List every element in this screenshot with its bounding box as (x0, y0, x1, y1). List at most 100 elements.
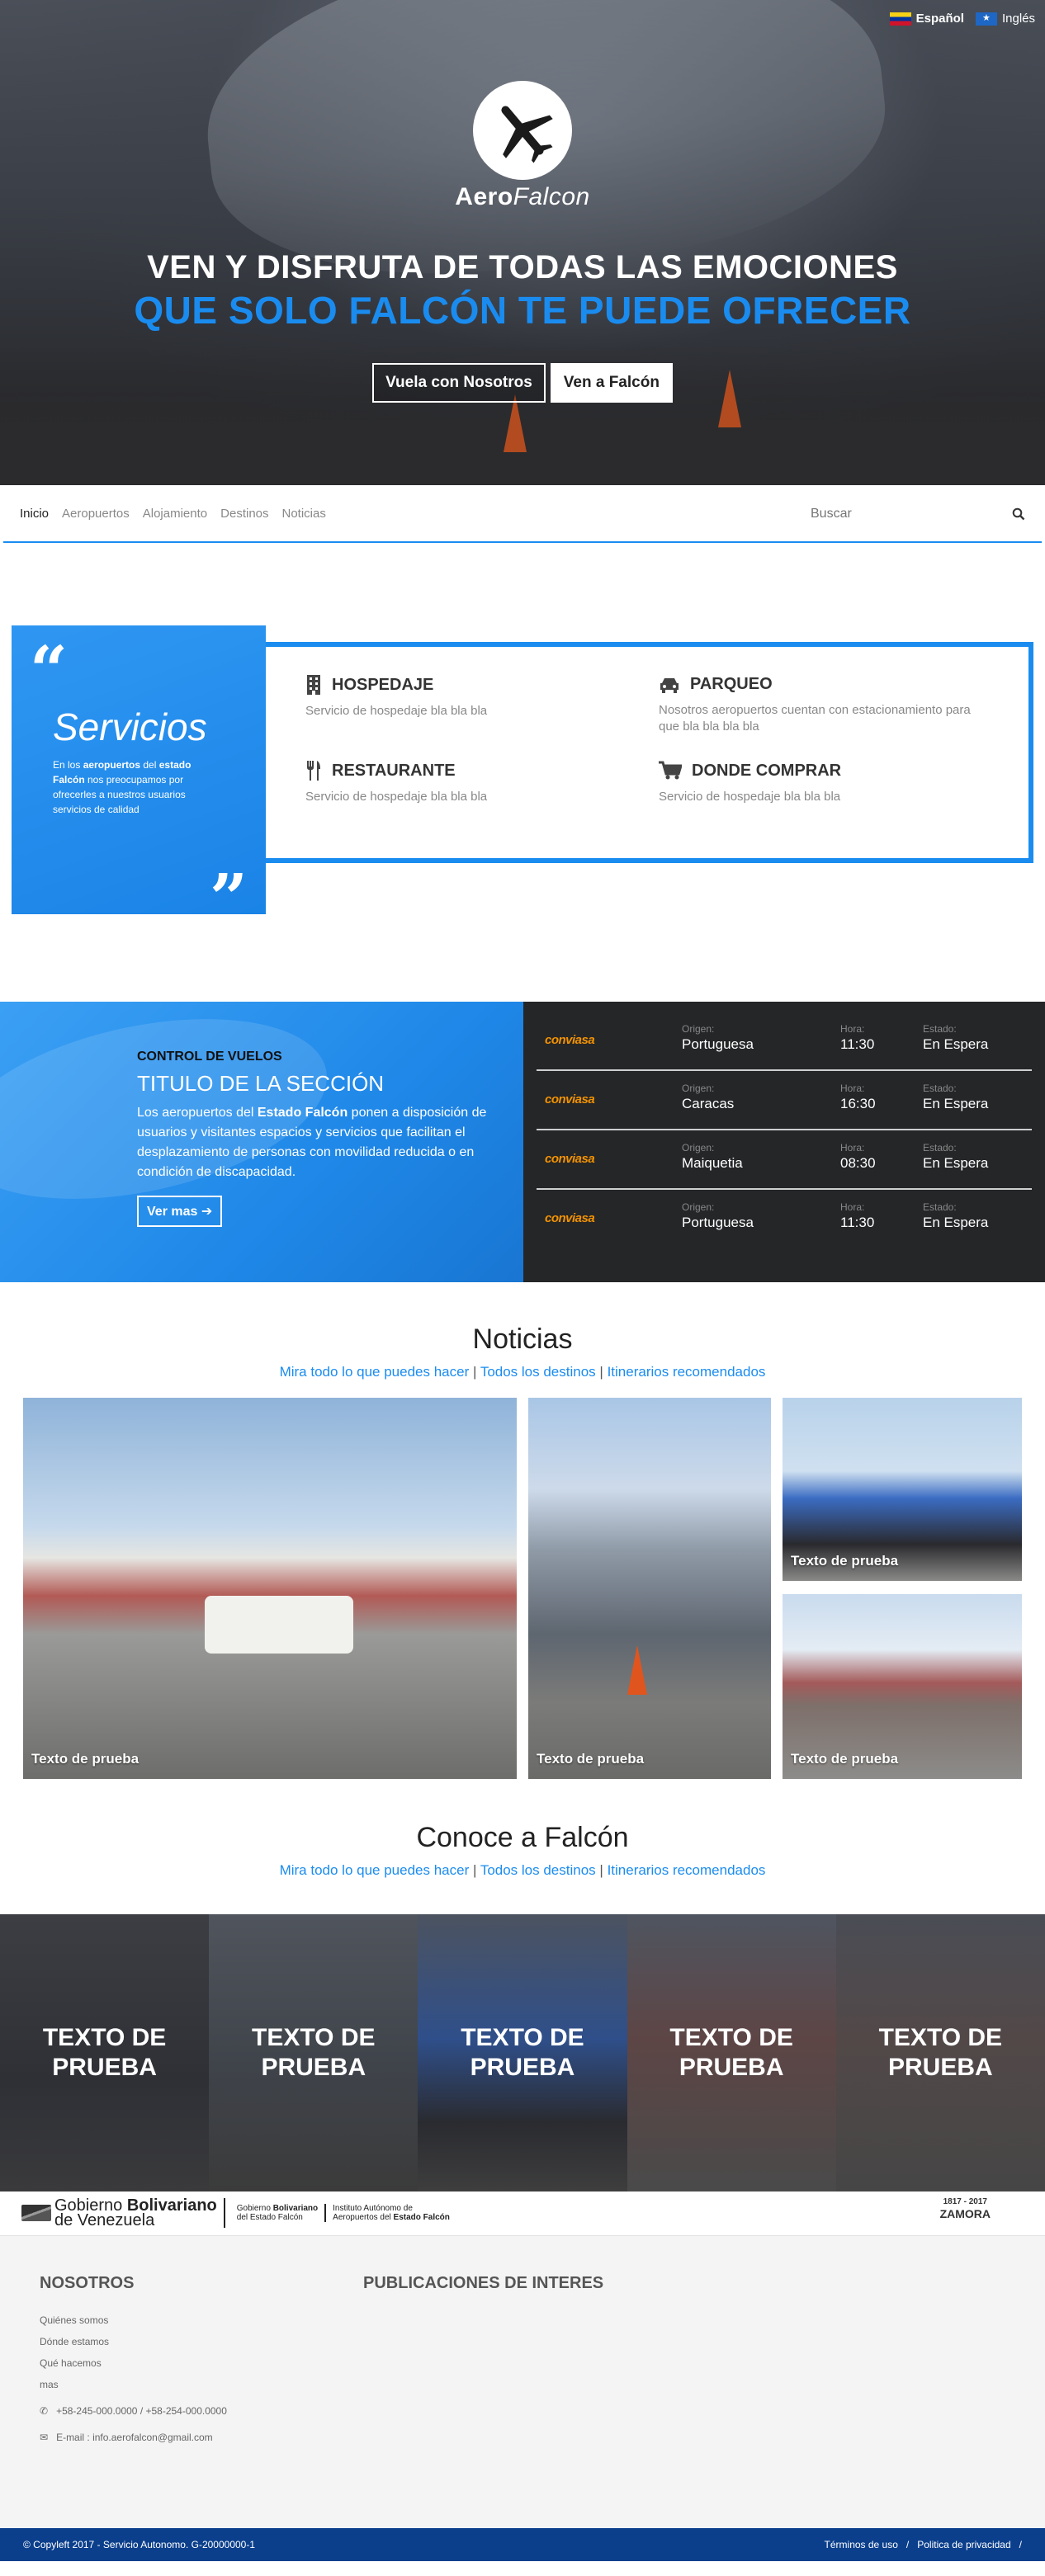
open-quote-icon: “ (30, 631, 69, 709)
service-title: DONDE COMPRAR (692, 761, 842, 780)
service-donde-comprar[interactable]: DONDE COMPRAR Servicio de hospedaje bla … (659, 761, 989, 805)
bus-shape (205, 1596, 353, 1654)
service-restaurante[interactable]: RESTAURANTE Servicio de hospedaje bla bl… (305, 761, 636, 805)
nav-item-aeropuertos[interactable]: Aeropuertos (62, 507, 130, 521)
time-value: 11:30 (840, 1036, 875, 1052)
flight-row[interactable]: conviasa Origen: Portuguesa Hora: 11:30 Es… (537, 1012, 1032, 1071)
news-grid: Texto de prueba Texto de prueba Texto de… (23, 1398, 1022, 1779)
nav-item-alojamiento[interactable]: Alojamiento (143, 507, 207, 521)
status-value: En Espera (923, 1096, 989, 1111)
origin-value: Portuguesa (682, 1036, 754, 1052)
link-recommended-itineraries[interactable]: Itinerarios recomendados (608, 1364, 766, 1380)
falcon-plane-logo-icon (473, 81, 572, 180)
traffic-cone (504, 394, 527, 452)
building-icon (307, 675, 320, 695)
news-tile[interactable]: Texto de prueba (783, 1594, 1022, 1779)
see-more-button[interactable]: Ver mas ➔ (137, 1196, 223, 1227)
footer-phone: ✆ +58-245-000.0000 / +58-254-000.0000 (40, 2405, 227, 2417)
origin-label: Origen: (682, 1142, 715, 1154)
footer-email[interactable]: ✉ E-mail : info.aerofalcon@gmail.com (40, 2432, 227, 2443)
somalia-flag-icon (975, 12, 997, 26)
status-label: Estado: (923, 1023, 957, 1035)
services-intro-card: “ Servicios En los aeropuertos del estad… (12, 625, 266, 931)
service-title: RESTAURANTE (332, 761, 456, 780)
news-tile[interactable]: Texto de prueba (23, 1398, 517, 1779)
hero-line-2: QUE SOLO FALCÓN TE PUEDE OFRECER (134, 289, 911, 332)
news-tile[interactable]: Texto de prueba (783, 1398, 1022, 1581)
footer-publicaciones: PUBLICACIONES DE INTERES (363, 2274, 603, 2293)
time-label: Hora: (840, 1023, 865, 1035)
origin-label: Origen: (682, 1201, 715, 1213)
conoce-tile[interactable]: TEXTO DE PRUEBA (627, 1914, 836, 2191)
arrow-right-icon: ➔ (201, 1205, 213, 1219)
flight-control-kicker: CONTROL DE VUELOS (137, 1050, 282, 1064)
news-caption: Texto de prueba (791, 1553, 899, 1569)
lang-option-en[interactable]: Inglés (975, 12, 1035, 26)
flight-board: conviasa Origen: Portuguesa Hora: 11:30 Es… (523, 1002, 1045, 1282)
search-box (811, 502, 1025, 526)
airline-logo: conviasa (545, 1211, 595, 1225)
close-quote-icon: ” (209, 859, 248, 937)
time-value: 08:30 (840, 1155, 876, 1171)
nav-item-destinos[interactable]: Destinos (220, 507, 268, 521)
link-all-destinations[interactable]: Todos los destinos (480, 1364, 596, 1380)
government-logos-bar: Gobierno Bolivariano de Venezuela Gobier… (0, 2190, 1045, 2236)
link-things-to-do[interactable]: Mira todo lo que puedes hacer (280, 1862, 470, 1878)
status-label: Estado: (923, 1142, 957, 1154)
fly-with-us-button[interactable]: Vuela con Nosotros (372, 363, 546, 403)
origin-label: Origen: (682, 1083, 715, 1094)
link-recommended-itineraries[interactable]: Itinerarios recomendados (608, 1862, 766, 1878)
service-text: Nosotros aeropuertos cuentan con estacio… (659, 703, 971, 734)
airline-logo: conviasa (545, 1033, 595, 1047)
service-text: Servicio de hospedaje bla bla bla (305, 704, 488, 718)
footer-link-donde-estamos[interactable]: Dónde estamos (40, 2336, 227, 2347)
status-label: Estado: (923, 1201, 957, 1213)
main-nav: Inicio Aeropuertos Alojamiento Destinos … (3, 485, 1042, 543)
come-to-falcon-button[interactable]: Ven a Falcón (550, 363, 673, 403)
envelope-icon: ✉ (40, 2432, 49, 2443)
footer-link-mas[interactable]: mas (40, 2379, 227, 2390)
instituto-aeropuertos-logo: Instituto Autónomo de Aeropuertos del Es… (333, 2203, 450, 2222)
link-all-destinations[interactable]: Todos los destinos (480, 1862, 596, 1878)
brand-logo[interactable]: AeroFalcon (0, 81, 1045, 211)
brand-falcon: Falcon (513, 183, 590, 210)
cutlery-icon (307, 761, 320, 781)
news-tile[interactable]: Texto de prueba (528, 1398, 771, 1779)
phone-icon: ✆ (40, 2405, 49, 2417)
lang-en-label: Inglés (1001, 12, 1035, 26)
conoce-tile[interactable]: TEXTO DE PRUEBA (418, 1914, 627, 2191)
flight-row[interactable]: conviasa Origen: Portuguesa Hora: 11:30 Es… (537, 1190, 1032, 1249)
lang-option-es[interactable]: Español (889, 12, 964, 26)
time-label: Hora: (840, 1142, 865, 1154)
footer-link-quienes-somos[interactable]: Quiénes somos (40, 2314, 227, 2326)
service-parqueo[interactable]: PARQUEO Nosotros aeropuertos cuentan con… (659, 675, 989, 735)
news-links: Mira todo lo que puedes hacer | Todos lo… (279, 1364, 766, 1380)
conoce-links: Mira todo lo que puedes hacer | Todos lo… (279, 1862, 766, 1878)
footer-link-que-hacemos[interactable]: Qué hacemos (40, 2357, 227, 2369)
origin-value: Caracas (682, 1096, 735, 1111)
flight-row[interactable]: conviasa Origen: Caracas Hora: 16:30 Estad… (537, 1071, 1032, 1130)
link-things-to-do[interactable]: Mira todo lo que puedes hacer (280, 1364, 470, 1380)
terms-link[interactable]: Términos de uso (825, 2539, 898, 2550)
nav-item-inicio[interactable]: Inicio (20, 507, 49, 521)
airline-logo: conviasa (545, 1092, 595, 1106)
lang-es-label: Español (915, 12, 964, 26)
conoce-tile[interactable]: TEXTO DE PRUEBA (0, 1914, 210, 2191)
service-text: Servicio de hospedaje bla bla bla (659, 790, 841, 804)
nav-item-noticias[interactable]: Noticias (282, 507, 326, 521)
language-switcher: Español Inglés (889, 12, 1035, 26)
airline-logo: conviasa (545, 1152, 595, 1166)
privacy-link[interactable]: Politica de privacidad (917, 2539, 1010, 2550)
news-caption: Texto de prueba (31, 1751, 139, 1767)
footer-heading: PUBLICACIONES DE INTERES (363, 2274, 604, 2292)
traffic-cone (627, 1645, 647, 1695)
search-input[interactable] (811, 507, 1012, 521)
time-label: Hora: (840, 1083, 865, 1094)
status-value: En Espera (923, 1155, 989, 1171)
flight-row[interactable]: conviasa Origen: Maiquetia Hora: 08:30 Est… (537, 1130, 1032, 1190)
conoce-tile[interactable]: TEXTO DE PRUEBA (209, 1914, 418, 2191)
status-value: En Espera (923, 1215, 989, 1230)
service-hospedaje[interactable]: HOSPEDAJE Servicio de hospedaje bla bla … (305, 675, 636, 719)
conoce-tile[interactable]: TEXTO DE PRUEBA (835, 1914, 1045, 2191)
search-icon[interactable] (1012, 507, 1025, 521)
